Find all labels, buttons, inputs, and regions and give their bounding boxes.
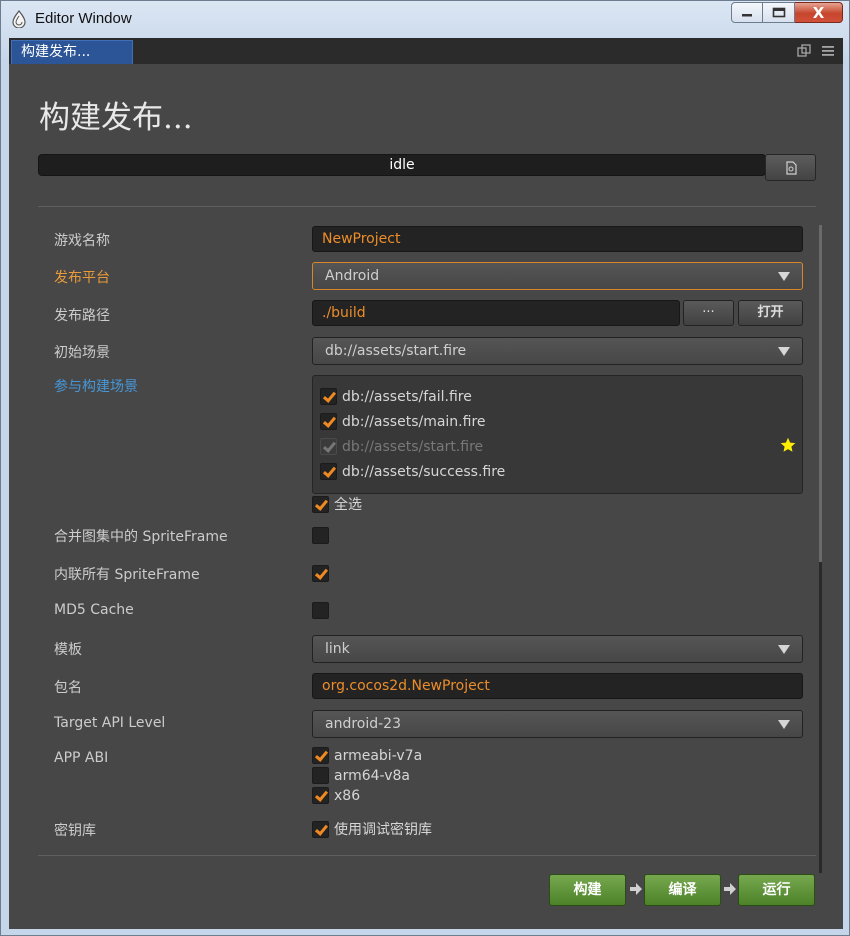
chevron-down-icon bbox=[778, 645, 790, 654]
maximize-icon bbox=[772, 7, 785, 18]
window-controls: X bbox=[731, 2, 843, 23]
tab-tools bbox=[797, 44, 835, 58]
chevron-down-icon bbox=[778, 347, 790, 356]
minimize-icon bbox=[742, 13, 752, 16]
title-bar[interactable]: Editor Window X bbox=[1, 1, 849, 37]
abi-name: arm64-v8a bbox=[334, 767, 410, 784]
merge-spriteframe-label: 合并图集中的 SpriteFrame bbox=[54, 529, 228, 545]
scene-checkbox[interactable] bbox=[320, 463, 337, 480]
debug-keystore-label: 使用调试密钥库 bbox=[334, 822, 432, 838]
popout-icon[interactable] bbox=[797, 44, 811, 58]
merge-spriteframe-row[interactable] bbox=[312, 527, 329, 544]
chevron-down-icon bbox=[778, 720, 790, 729]
keystore-label: 密钥库 bbox=[54, 823, 96, 839]
scene-path: db://assets/fail.fire bbox=[342, 388, 472, 405]
md5-cache-row[interactable] bbox=[312, 602, 329, 619]
browse-path-button[interactable]: ··· bbox=[683, 300, 734, 326]
arrow-right-icon bbox=[724, 883, 736, 895]
scene-checkbox[interactable] bbox=[320, 413, 337, 430]
editor-panel: 构建发布... 构建发布... idle 游戏名称 NewProject 发布平… bbox=[9, 38, 843, 929]
open-log-button[interactable] bbox=[765, 154, 816, 181]
run-button[interactable]: 运行 bbox=[738, 874, 815, 906]
tab-build[interactable]: 构建发布... bbox=[11, 40, 133, 64]
scene-path: db://assets/start.fire bbox=[342, 438, 484, 455]
game-name-label: 游戏名称 bbox=[54, 233, 110, 249]
platform-select[interactable]: Android bbox=[312, 262, 803, 290]
close-button[interactable]: X bbox=[795, 2, 843, 23]
build-status: idle bbox=[389, 157, 415, 173]
arrow-right-icon bbox=[630, 883, 642, 895]
scene-checkbox bbox=[320, 438, 337, 455]
build-path-label: 发布路径 bbox=[54, 308, 110, 324]
scene-item: db://assets/start.fire bbox=[320, 438, 483, 455]
chevron-down-icon bbox=[778, 272, 790, 281]
game-name-input[interactable]: NewProject bbox=[312, 226, 803, 252]
build-scenes-label: 参与构建场景 bbox=[54, 379, 138, 395]
start-scene-select[interactable]: db://assets/start.fire bbox=[312, 337, 803, 365]
debug-keystore-checkbox[interactable] bbox=[312, 820, 329, 838]
divider-top bbox=[38, 206, 816, 207]
package-name-label: 包名 bbox=[54, 680, 82, 696]
inline-spriteframe-row[interactable] bbox=[312, 565, 329, 582]
app-abi-label: APP ABI bbox=[54, 750, 109, 766]
build-scenes-list: db://assets/fail.fire db://assets/main.f… bbox=[312, 375, 803, 494]
compile-button[interactable]: 编译 bbox=[644, 874, 721, 906]
open-path-button[interactable]: 打开 bbox=[738, 300, 803, 326]
platform-value: Android bbox=[325, 268, 380, 284]
divider-bottom bbox=[38, 855, 816, 856]
package-name-input[interactable]: org.cocos2d.NewProject bbox=[312, 673, 803, 699]
md5-cache-checkbox[interactable] bbox=[312, 602, 329, 619]
minimize-button[interactable] bbox=[731, 2, 763, 23]
abi-checkbox[interactable] bbox=[312, 787, 329, 804]
page-title: 构建发布... bbox=[39, 100, 193, 136]
select-all-checkbox[interactable] bbox=[312, 495, 329, 513]
close-icon: X bbox=[812, 3, 825, 22]
tab-bar: 构建发布... bbox=[9, 38, 843, 64]
abi-name: armeabi-v7a bbox=[334, 747, 423, 764]
target-api-value: android-23 bbox=[325, 716, 401, 732]
target-api-label: Target API Level bbox=[54, 715, 166, 731]
select-all-row[interactable]: 全选 bbox=[312, 494, 362, 514]
abi-option[interactable]: x86 bbox=[312, 787, 360, 804]
window-title: Editor Window bbox=[35, 10, 132, 27]
build-button[interactable]: 构建 bbox=[549, 874, 626, 906]
start-scene-value: db://assets/start.fire bbox=[325, 343, 467, 359]
start-scene-star-icon bbox=[780, 437, 796, 452]
select-all-label: 全选 bbox=[334, 497, 362, 513]
template-select[interactable]: link bbox=[312, 635, 803, 663]
abi-checkbox[interactable] bbox=[312, 767, 329, 784]
editor-window: Editor Window X 构建发布... 构建发布... idle 游戏名… bbox=[0, 0, 850, 936]
build-progress-bar: idle bbox=[38, 154, 766, 176]
app-icon bbox=[12, 10, 26, 28]
abi-option[interactable]: armeabi-v7a bbox=[312, 747, 422, 764]
target-api-select[interactable]: android-23 bbox=[312, 710, 803, 738]
md5-cache-label: MD5 Cache bbox=[54, 602, 134, 618]
inline-spriteframe-label: 内联所有 SpriteFrame bbox=[54, 567, 200, 583]
maximize-button[interactable] bbox=[763, 2, 795, 23]
inline-spriteframe-checkbox[interactable] bbox=[312, 565, 329, 582]
template-label: 模板 bbox=[54, 642, 82, 658]
debug-keystore-row[interactable]: 使用调试密钥库 bbox=[312, 819, 432, 839]
abi-name: x86 bbox=[334, 787, 361, 804]
abi-option[interactable]: arm64-v8a bbox=[312, 767, 410, 784]
scene-checkbox[interactable] bbox=[320, 388, 337, 405]
merge-spriteframe-checkbox[interactable] bbox=[312, 527, 329, 544]
build-panel-content: 构建发布... idle 游戏名称 NewProject 发布平台 Androi… bbox=[9, 64, 843, 929]
platform-label: 发布平台 bbox=[54, 270, 110, 286]
scene-item[interactable]: db://assets/main.fire bbox=[320, 413, 486, 430]
template-value: link bbox=[325, 641, 350, 657]
scene-path: db://assets/main.fire bbox=[342, 413, 486, 430]
menu-icon[interactable] bbox=[821, 44, 835, 58]
abi-checkbox[interactable] bbox=[312, 747, 329, 764]
start-scene-label: 初始场景 bbox=[54, 345, 110, 361]
scene-path: db://assets/success.fire bbox=[342, 463, 506, 480]
scene-item[interactable]: db://assets/fail.fire bbox=[320, 388, 472, 405]
build-path-input[interactable]: ./build bbox=[312, 300, 680, 326]
scene-item[interactable]: db://assets/success.fire bbox=[320, 463, 505, 480]
scrollbar-thumb[interactable] bbox=[819, 225, 822, 562]
log-file-icon bbox=[785, 160, 797, 175]
